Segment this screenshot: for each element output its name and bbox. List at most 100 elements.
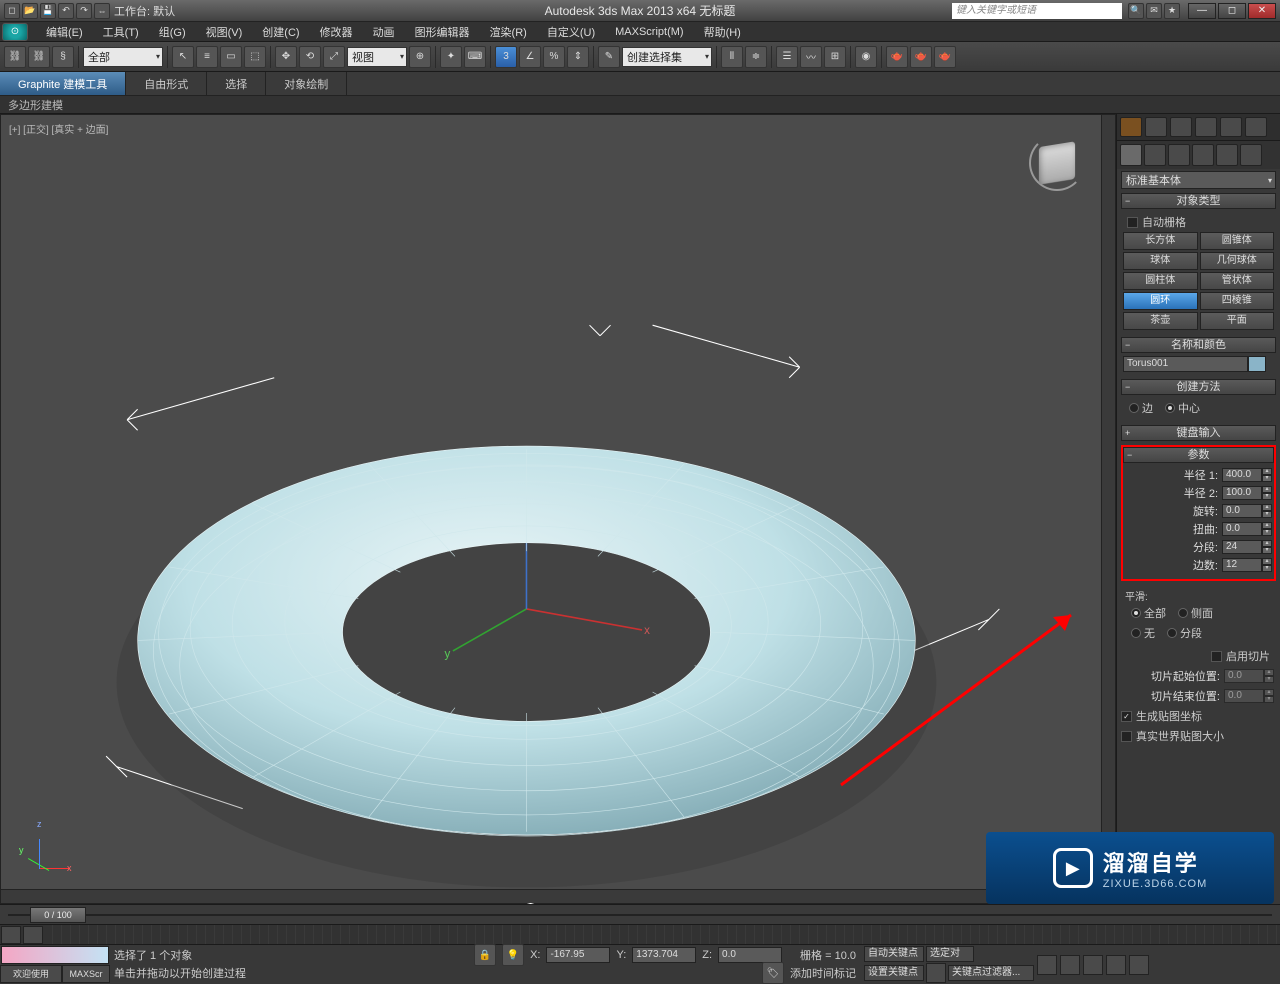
viewport-scrollbar-horizontal[interactable] bbox=[1, 889, 1101, 903]
viewport[interactable]: [+] [正交] [真实 + 边面] x y z bbox=[0, 114, 1116, 904]
menu-create[interactable]: 创建(C) bbox=[252, 22, 309, 42]
undo-icon[interactable]: ↶ bbox=[58, 3, 74, 19]
named-selection-dropdown[interactable]: 创建选择集 bbox=[622, 47, 712, 67]
spinner-segments[interactable]: 24▴▾ bbox=[1222, 540, 1272, 554]
maximize-button[interactable]: ◻ bbox=[1218, 3, 1246, 19]
schematic-icon[interactable]: ⊞ bbox=[824, 46, 846, 68]
btn-sphere[interactable]: 球体 bbox=[1123, 252, 1198, 270]
btn-tube[interactable]: 管状体 bbox=[1200, 272, 1275, 290]
new-file-icon[interactable]: ◻ bbox=[4, 3, 20, 19]
selection-filter-dropdown[interactable]: 全部 bbox=[83, 47, 163, 67]
cp-edge-icon[interactable] bbox=[1195, 117, 1217, 137]
tab-objectpaint[interactable]: 对象绘制 bbox=[266, 72, 347, 95]
spinner-snap-icon[interactable]: ⇕ bbox=[567, 46, 589, 68]
autokey-button[interactable]: 自动关键点 bbox=[864, 946, 924, 962]
save-icon[interactable]: 💾 bbox=[40, 3, 56, 19]
btn-box[interactable]: 长方体 bbox=[1123, 232, 1198, 250]
object-name-input[interactable]: Torus001 bbox=[1123, 356, 1248, 372]
rollout-creation-method[interactable]: −创建方法 bbox=[1121, 379, 1276, 395]
app-logo-icon[interactable]: ⊙ bbox=[2, 23, 28, 41]
viewcube[interactable] bbox=[1029, 135, 1085, 191]
comm-center-icon[interactable]: ✉ bbox=[1146, 3, 1162, 19]
lock-selection-icon[interactable]: 🔒 bbox=[474, 944, 496, 966]
rollout-parameters[interactable]: −参数 bbox=[1123, 447, 1274, 463]
scale-icon[interactable]: ⤢ bbox=[323, 46, 345, 68]
cp-wire-icon[interactable] bbox=[1170, 117, 1192, 137]
percent-snap-icon[interactable]: % bbox=[543, 46, 565, 68]
window-crossing-icon[interactable]: ⬚ bbox=[244, 46, 266, 68]
z-coord-input[interactable]: 0.0 bbox=[718, 947, 782, 963]
prev-frame-icon[interactable] bbox=[1060, 955, 1080, 975]
btn-pyramid[interactable]: 四棱锥 bbox=[1200, 292, 1275, 310]
maxscript-mini-listener[interactable] bbox=[1, 946, 109, 964]
layers-icon[interactable]: ☰ bbox=[776, 46, 798, 68]
object-color-swatch[interactable] bbox=[1248, 356, 1266, 372]
minimize-button[interactable]: — bbox=[1188, 3, 1216, 19]
rollout-keyboard-entry[interactable]: +键盘输入 bbox=[1121, 425, 1276, 441]
rollout-name-color[interactable]: −名称和颜色 bbox=[1121, 337, 1276, 353]
menu-views[interactable]: 视图(V) bbox=[196, 22, 253, 42]
spinner-radius1[interactable]: 400.0▴▾ bbox=[1222, 468, 1272, 482]
next-frame-icon[interactable] bbox=[1106, 955, 1126, 975]
setkey-button[interactable]: 设置关键点 bbox=[864, 965, 924, 981]
snap-toggle-icon[interactable]: 3 bbox=[495, 46, 517, 68]
manipulate-icon[interactable]: ✦ bbox=[440, 46, 462, 68]
menu-maxscript[interactable]: MAXScript(M) bbox=[605, 24, 693, 40]
radio-smooth-seg[interactable]: 分段 bbox=[1167, 625, 1202, 641]
time-slider[interactable]: 0 / 100 bbox=[0, 904, 1280, 924]
radio-edge[interactable]: 边 bbox=[1129, 400, 1153, 416]
spinner-rotation[interactable]: 0.0▴▾ bbox=[1222, 504, 1272, 518]
rotate-icon[interactable]: ⟲ bbox=[299, 46, 321, 68]
x-coord-input[interactable]: -167.95 bbox=[546, 947, 610, 963]
open-icon[interactable]: 📂 bbox=[22, 3, 38, 19]
btn-torus[interactable]: 圆环 bbox=[1123, 292, 1198, 310]
play-icon[interactable] bbox=[1083, 955, 1103, 975]
tab-freeform[interactable]: 自由形式 bbox=[126, 72, 207, 95]
gen-mapping-checkbox[interactable]: ✓生成贴图坐标 bbox=[1117, 706, 1280, 726]
hierarchy-tab-icon[interactable] bbox=[1168, 144, 1190, 166]
select-rect-icon[interactable]: ▭ bbox=[220, 46, 242, 68]
cp-shade-icon[interactable] bbox=[1145, 117, 1167, 137]
rollout-object-type[interactable]: −对象类型 bbox=[1121, 193, 1276, 209]
menu-tools[interactable]: 工具(T) bbox=[93, 22, 149, 42]
create-tab-icon[interactable] bbox=[1120, 144, 1142, 166]
isolate-icon[interactable]: 💡 bbox=[502, 944, 524, 966]
goto-end-icon[interactable] bbox=[1129, 955, 1149, 975]
real-world-checkbox[interactable]: 真实世界贴图大小 bbox=[1117, 726, 1280, 746]
selected-label[interactable]: 选定对 bbox=[926, 946, 974, 962]
named-sel-edit-icon[interactable]: ✎ bbox=[598, 46, 620, 68]
viewport-scrollbar-vertical[interactable] bbox=[1101, 115, 1115, 903]
mirror-icon[interactable]: ⦀ bbox=[721, 46, 743, 68]
close-button[interactable]: ✕ bbox=[1248, 3, 1276, 19]
pivot-icon[interactable]: ⊕ bbox=[409, 46, 431, 68]
motion-tab-icon[interactable] bbox=[1192, 144, 1214, 166]
radio-smooth-all[interactable]: 全部 bbox=[1131, 605, 1166, 621]
keyfilter-button[interactable]: 关键点过滤器... bbox=[948, 965, 1034, 981]
spinner-radius2[interactable]: 100.0▴▾ bbox=[1222, 486, 1272, 500]
link-icon[interactable]: ⇔ bbox=[94, 3, 110, 19]
btn-plane[interactable]: 平面 bbox=[1200, 312, 1275, 330]
slice-enable-checkbox[interactable]: 启用切片 bbox=[1117, 646, 1280, 666]
search-input[interactable]: 键入关键字或短语 bbox=[952, 3, 1122, 19]
menu-edit[interactable]: 编辑(E) bbox=[36, 22, 93, 42]
ref-coord-dropdown[interactable]: 视图 bbox=[347, 47, 407, 67]
time-slider-thumb[interactable]: 0 / 100 bbox=[30, 907, 86, 923]
material-editor-icon[interactable]: ◉ bbox=[855, 46, 877, 68]
autogrid-checkbox[interactable]: 自动栅格 bbox=[1123, 212, 1274, 232]
trackbar-keys-icon[interactable] bbox=[23, 926, 43, 944]
category-dropdown[interactable]: 标准基本体 bbox=[1121, 171, 1276, 189]
display-tab-icon[interactable] bbox=[1216, 144, 1238, 166]
bind-spacewarp-icon[interactable]: § bbox=[52, 46, 74, 68]
btn-geosphere[interactable]: 几何球体 bbox=[1200, 252, 1275, 270]
curve-editor-icon[interactable]: 〰 bbox=[800, 46, 822, 68]
cp-light-icon[interactable] bbox=[1120, 117, 1142, 137]
btn-cylinder[interactable]: 圆柱体 bbox=[1123, 272, 1198, 290]
align-icon[interactable]: ≑ bbox=[745, 46, 767, 68]
spinner-sides[interactable]: 12▴▾ bbox=[1222, 558, 1272, 572]
radio-smooth-side[interactable]: 侧面 bbox=[1178, 605, 1213, 621]
workspace-label[interactable]: 工作台: 默认 bbox=[114, 3, 175, 19]
btn-cone[interactable]: 圆锥体 bbox=[1200, 232, 1275, 250]
radio-center[interactable]: 中心 bbox=[1165, 400, 1200, 416]
render-frame-icon[interactable]: 🫖 bbox=[910, 46, 932, 68]
search-icon[interactable]: 🔍 bbox=[1128, 3, 1144, 19]
